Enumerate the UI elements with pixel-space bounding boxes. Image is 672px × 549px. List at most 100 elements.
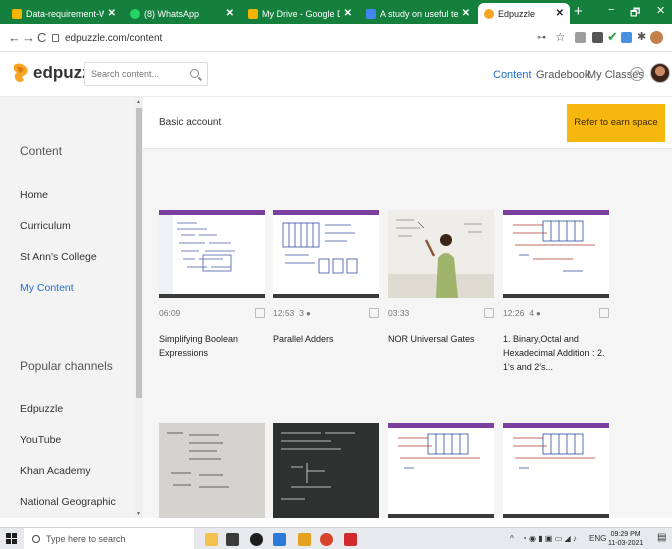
sidebar-heading-content: Content xyxy=(20,144,63,158)
notification-icon[interactable]: ▤ xyxy=(657,532,666,543)
close-tab-icon[interactable]: ✕ xyxy=(108,8,116,19)
google-drive-icon xyxy=(12,8,22,19)
video-meta: 12:26 4 ● xyxy=(503,306,609,320)
close-tab-icon[interactable]: ✕ xyxy=(344,8,352,19)
select-checkbox[interactable] xyxy=(369,308,379,318)
extension-icon[interactable] xyxy=(592,32,603,43)
tray-status-icons[interactable]: ◔ ◉ ▮ ▣ ▭ ◢ ♪ xyxy=(522,534,577,543)
scroll-down-arrow-icon[interactable]: ▼ xyxy=(136,511,141,517)
binary-addition-notes-image xyxy=(503,428,609,514)
checkmark-extension-icon[interactable]: ✔ xyxy=(607,29,618,45)
sidebar-item-national-geographic[interactable]: National Geographic xyxy=(20,496,116,508)
key-icon[interactable]: ⊶ xyxy=(537,32,546,43)
sidebar-item-home[interactable]: Home xyxy=(20,189,48,201)
video-duration: 12:26 xyxy=(503,308,525,318)
video-card[interactable]: 03:33 NOR Universal Gates xyxy=(388,210,494,346)
refer-to-earn-space-button[interactable]: Refer to earn space xyxy=(567,104,665,142)
restore-icon[interactable]: 🗗 xyxy=(630,4,640,23)
search-icon xyxy=(32,535,40,543)
edpuzzle-icon xyxy=(484,8,494,19)
video-title[interactable]: Simplifying Boolean Expressions xyxy=(159,332,265,360)
browser-tab-study[interactable]: A study on useful technologie ✕ xyxy=(360,3,476,24)
video-meta: 12:53 3 ● xyxy=(273,306,379,320)
nav-content[interactable]: Content xyxy=(493,69,532,81)
new-tab-button[interactable]: + xyxy=(574,3,583,21)
close-tab-icon[interactable]: ✕ xyxy=(462,8,470,19)
video-title[interactable]: 1. Binary,Octal and Hexadecimal Addition… xyxy=(503,332,609,374)
video-card[interactable]: 06:09 Simplifying Boolean Expressions xyxy=(159,210,265,360)
sidebar-item-khan-academy[interactable]: Khan Academy xyxy=(20,465,91,477)
video-thumbnail[interactable] xyxy=(273,423,379,518)
browser-tab-whatsapp[interactable]: (8) WhatsApp ✕ xyxy=(124,3,240,24)
binary-addition-notes-image xyxy=(388,428,494,514)
url-field[interactable]: edpuzzle.com/content xyxy=(52,29,552,47)
sidebar-item-curriculum[interactable]: Curriculum xyxy=(20,220,71,232)
video-title[interactable]: Parallel Adders xyxy=(273,332,379,346)
reload-icon[interactable]: C xyxy=(37,30,46,45)
store-icon[interactable] xyxy=(226,533,239,546)
video-card[interactable] xyxy=(273,423,379,518)
video-thumbnail[interactable] xyxy=(159,423,265,518)
video-card[interactable]: 12:53 3 ● Parallel Adders xyxy=(273,210,379,346)
google-docs-icon xyxy=(366,8,376,19)
extension-icon[interactable] xyxy=(575,32,586,43)
sidebar-item-my-content[interactable]: My Content xyxy=(20,282,74,294)
profile-avatar-icon[interactable] xyxy=(650,31,663,44)
app-icon[interactable] xyxy=(298,533,311,546)
windows-taskbar: Type here to search ^ ◔ ◉ ▮ ▣ ▭ ◢ ♪ ENG … xyxy=(0,527,672,549)
handwritten-notes-image xyxy=(159,215,265,294)
video-card[interactable] xyxy=(159,423,265,518)
video-thumbnail[interactable] xyxy=(388,423,494,518)
help-icon[interactable]: ? xyxy=(630,67,644,81)
close-tab-icon[interactable]: ✕ xyxy=(556,8,564,19)
video-card[interactable] xyxy=(388,423,494,518)
search-box[interactable] xyxy=(84,62,208,86)
browser-tab-data-requirement[interactable]: Data-requirement-Website-w ✕ xyxy=(6,3,122,24)
extension-icon[interactable] xyxy=(621,32,632,43)
sidebar-item-edpuzzle[interactable]: Edpuzzle xyxy=(20,403,63,415)
chrome-icon[interactable] xyxy=(250,533,263,546)
video-card[interactable]: 12:26 4 ● 1. Binary,Octal and Hexadecima… xyxy=(503,210,609,374)
video-thumbnail[interactable] xyxy=(503,423,609,518)
video-title[interactable]: NOR Universal Gates xyxy=(388,332,494,346)
select-checkbox[interactable] xyxy=(255,308,265,318)
video-card[interactable] xyxy=(503,423,609,518)
file-explorer-icon[interactable] xyxy=(205,533,218,546)
blackboard-notes-image xyxy=(273,423,379,518)
taskbar-search-box[interactable]: Type here to search xyxy=(24,528,194,549)
star-icon[interactable]: ☆ xyxy=(555,30,566,44)
sidebar-scrollbar-thumb[interactable] xyxy=(136,108,142,398)
select-checkbox[interactable] xyxy=(599,308,609,318)
url-text: edpuzzle.com/content xyxy=(65,32,163,44)
search-input[interactable] xyxy=(91,63,187,85)
back-arrow-icon[interactable]: ← xyxy=(8,30,21,45)
puzzle-icon[interactable]: ✱ xyxy=(637,30,646,43)
taskbar-clock[interactable]: 09:29 PM 11-03-2021 xyxy=(608,530,643,548)
browser-tab-edpuzzle[interactable]: Edpuzzle ✕ xyxy=(478,3,570,24)
chrome-icon[interactable] xyxy=(320,533,333,546)
video-thumbnail[interactable] xyxy=(388,210,494,298)
video-meta: 06:09 xyxy=(159,306,265,320)
forward-arrow-icon[interactable]: → xyxy=(22,30,35,45)
language-indicator[interactable]: ENG xyxy=(589,534,606,543)
search-icon[interactable] xyxy=(190,69,199,78)
minimize-icon[interactable]: − xyxy=(608,4,614,16)
close-tab-icon[interactable]: ✕ xyxy=(226,8,234,19)
sidebar-item-youtube[interactable]: YouTube xyxy=(20,434,61,446)
close-window-icon[interactable]: ✕ xyxy=(656,4,665,17)
windows-start-icon[interactable] xyxy=(6,533,18,545)
video-meta: 03:33 xyxy=(388,306,494,320)
app-icon[interactable] xyxy=(273,533,286,546)
nav-gradebook[interactable]: Gradebook xyxy=(536,69,590,81)
sidebar-heading-popular-channels: Popular channels xyxy=(20,359,113,373)
sidebar-item-st-anns-college[interactable]: St Ann's College xyxy=(20,251,97,263)
video-thumbnail[interactable] xyxy=(273,210,379,298)
scroll-up-arrow-icon[interactable]: ▲ xyxy=(136,99,141,105)
browser-tab-google-drive[interactable]: My Drive - Google Drive ✕ xyxy=(242,3,358,24)
select-checkbox[interactable] xyxy=(484,308,494,318)
pdf-reader-icon[interactable] xyxy=(344,533,357,546)
video-thumbnail[interactable] xyxy=(503,210,609,298)
user-avatar[interactable] xyxy=(650,63,670,83)
tray-chevron-icon[interactable]: ^ xyxy=(510,534,514,543)
video-thumbnail[interactable] xyxy=(159,210,265,298)
